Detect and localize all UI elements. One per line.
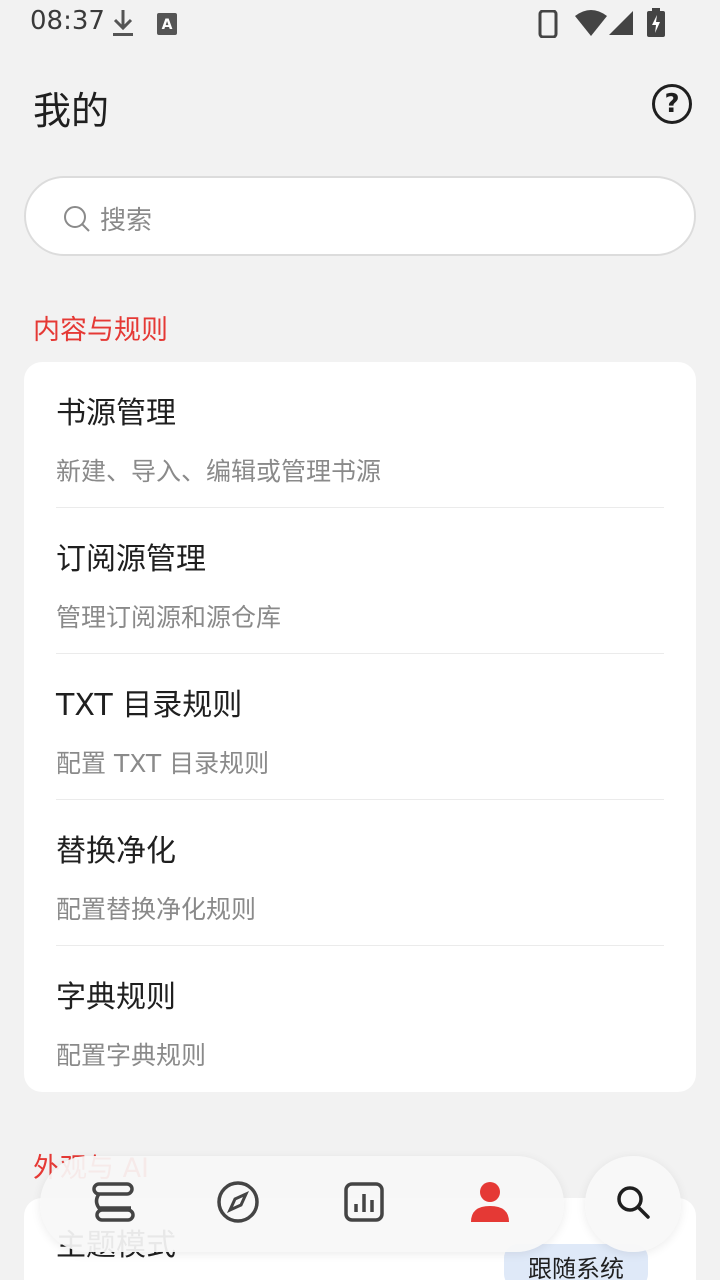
item-subtitle: 新建、导入、编辑或管理书源: [56, 457, 382, 486]
status-time: 08:37: [30, 6, 105, 36]
nav-bookshelf[interactable]: [84, 1174, 144, 1234]
help-button[interactable]: ?: [652, 84, 692, 124]
item-subtitle: 配置字典规则: [56, 1041, 207, 1070]
item-title: 替换净化: [56, 834, 176, 869]
item-title: TXT 目录规则: [56, 688, 243, 723]
bookshelf-icon: [91, 1181, 137, 1227]
phone-icon: [538, 9, 558, 42]
signal-icon: [608, 10, 634, 40]
chart-icon: [344, 1182, 384, 1226]
search-input[interactable]: 搜索: [24, 176, 696, 256]
status-bar: 08:37 A: [0, 0, 720, 48]
search-icon: [62, 204, 92, 238]
person-icon: [468, 1180, 512, 1228]
search-placeholder: 搜索: [100, 206, 153, 236]
screen: 08:37 A 我的 ? 搜索 内容与规则 书源管理 新建、导入、编辑或管理书源…: [0, 0, 720, 1280]
svg-text:A: A: [162, 17, 173, 33]
item-subtitle: 管理订阅源和源仓库: [56, 603, 282, 632]
content-rules-card: 书源管理 新建、导入、编辑或管理书源 订阅源管理 管理订阅源和源仓库 TXT 目…: [24, 362, 696, 1092]
battery-charging-icon: [646, 8, 666, 42]
list-item-replace-rules[interactable]: 替换净化 配置替换净化规则: [56, 800, 664, 946]
help-icon: ?: [664, 89, 680, 119]
download-icon: [112, 8, 134, 42]
bottom-nav: [40, 1156, 564, 1252]
item-subtitle: 配置 TXT 目录规则: [56, 749, 270, 778]
nav-statistics[interactable]: [334, 1174, 394, 1234]
accessibility-icon: A: [156, 12, 178, 40]
item-subtitle: 配置替换净化规则: [56, 895, 257, 924]
list-item-book-source[interactable]: 书源管理 新建、导入、编辑或管理书源: [56, 362, 664, 508]
list-item-dict-rules[interactable]: 字典规则 配置字典规则: [56, 946, 664, 1092]
section-title-content-rules: 内容与规则: [33, 315, 168, 346]
nav-discover[interactable]: [208, 1174, 268, 1234]
list-item-rss-source[interactable]: 订阅源管理 管理订阅源和源仓库: [56, 508, 664, 654]
item-title: 书源管理: [56, 396, 176, 431]
compass-icon: [216, 1180, 260, 1228]
wifi-icon: [574, 10, 608, 40]
item-title: 字典规则: [56, 980, 176, 1015]
list-item-txt-toc-rules[interactable]: TXT 目录规则 配置 TXT 目录规则: [56, 654, 664, 800]
search-button[interactable]: [585, 1156, 681, 1252]
item-title: 订阅源管理: [56, 542, 206, 577]
search-icon: [615, 1184, 651, 1224]
nav-profile[interactable]: [460, 1174, 520, 1234]
page-title: 我的: [33, 89, 110, 133]
